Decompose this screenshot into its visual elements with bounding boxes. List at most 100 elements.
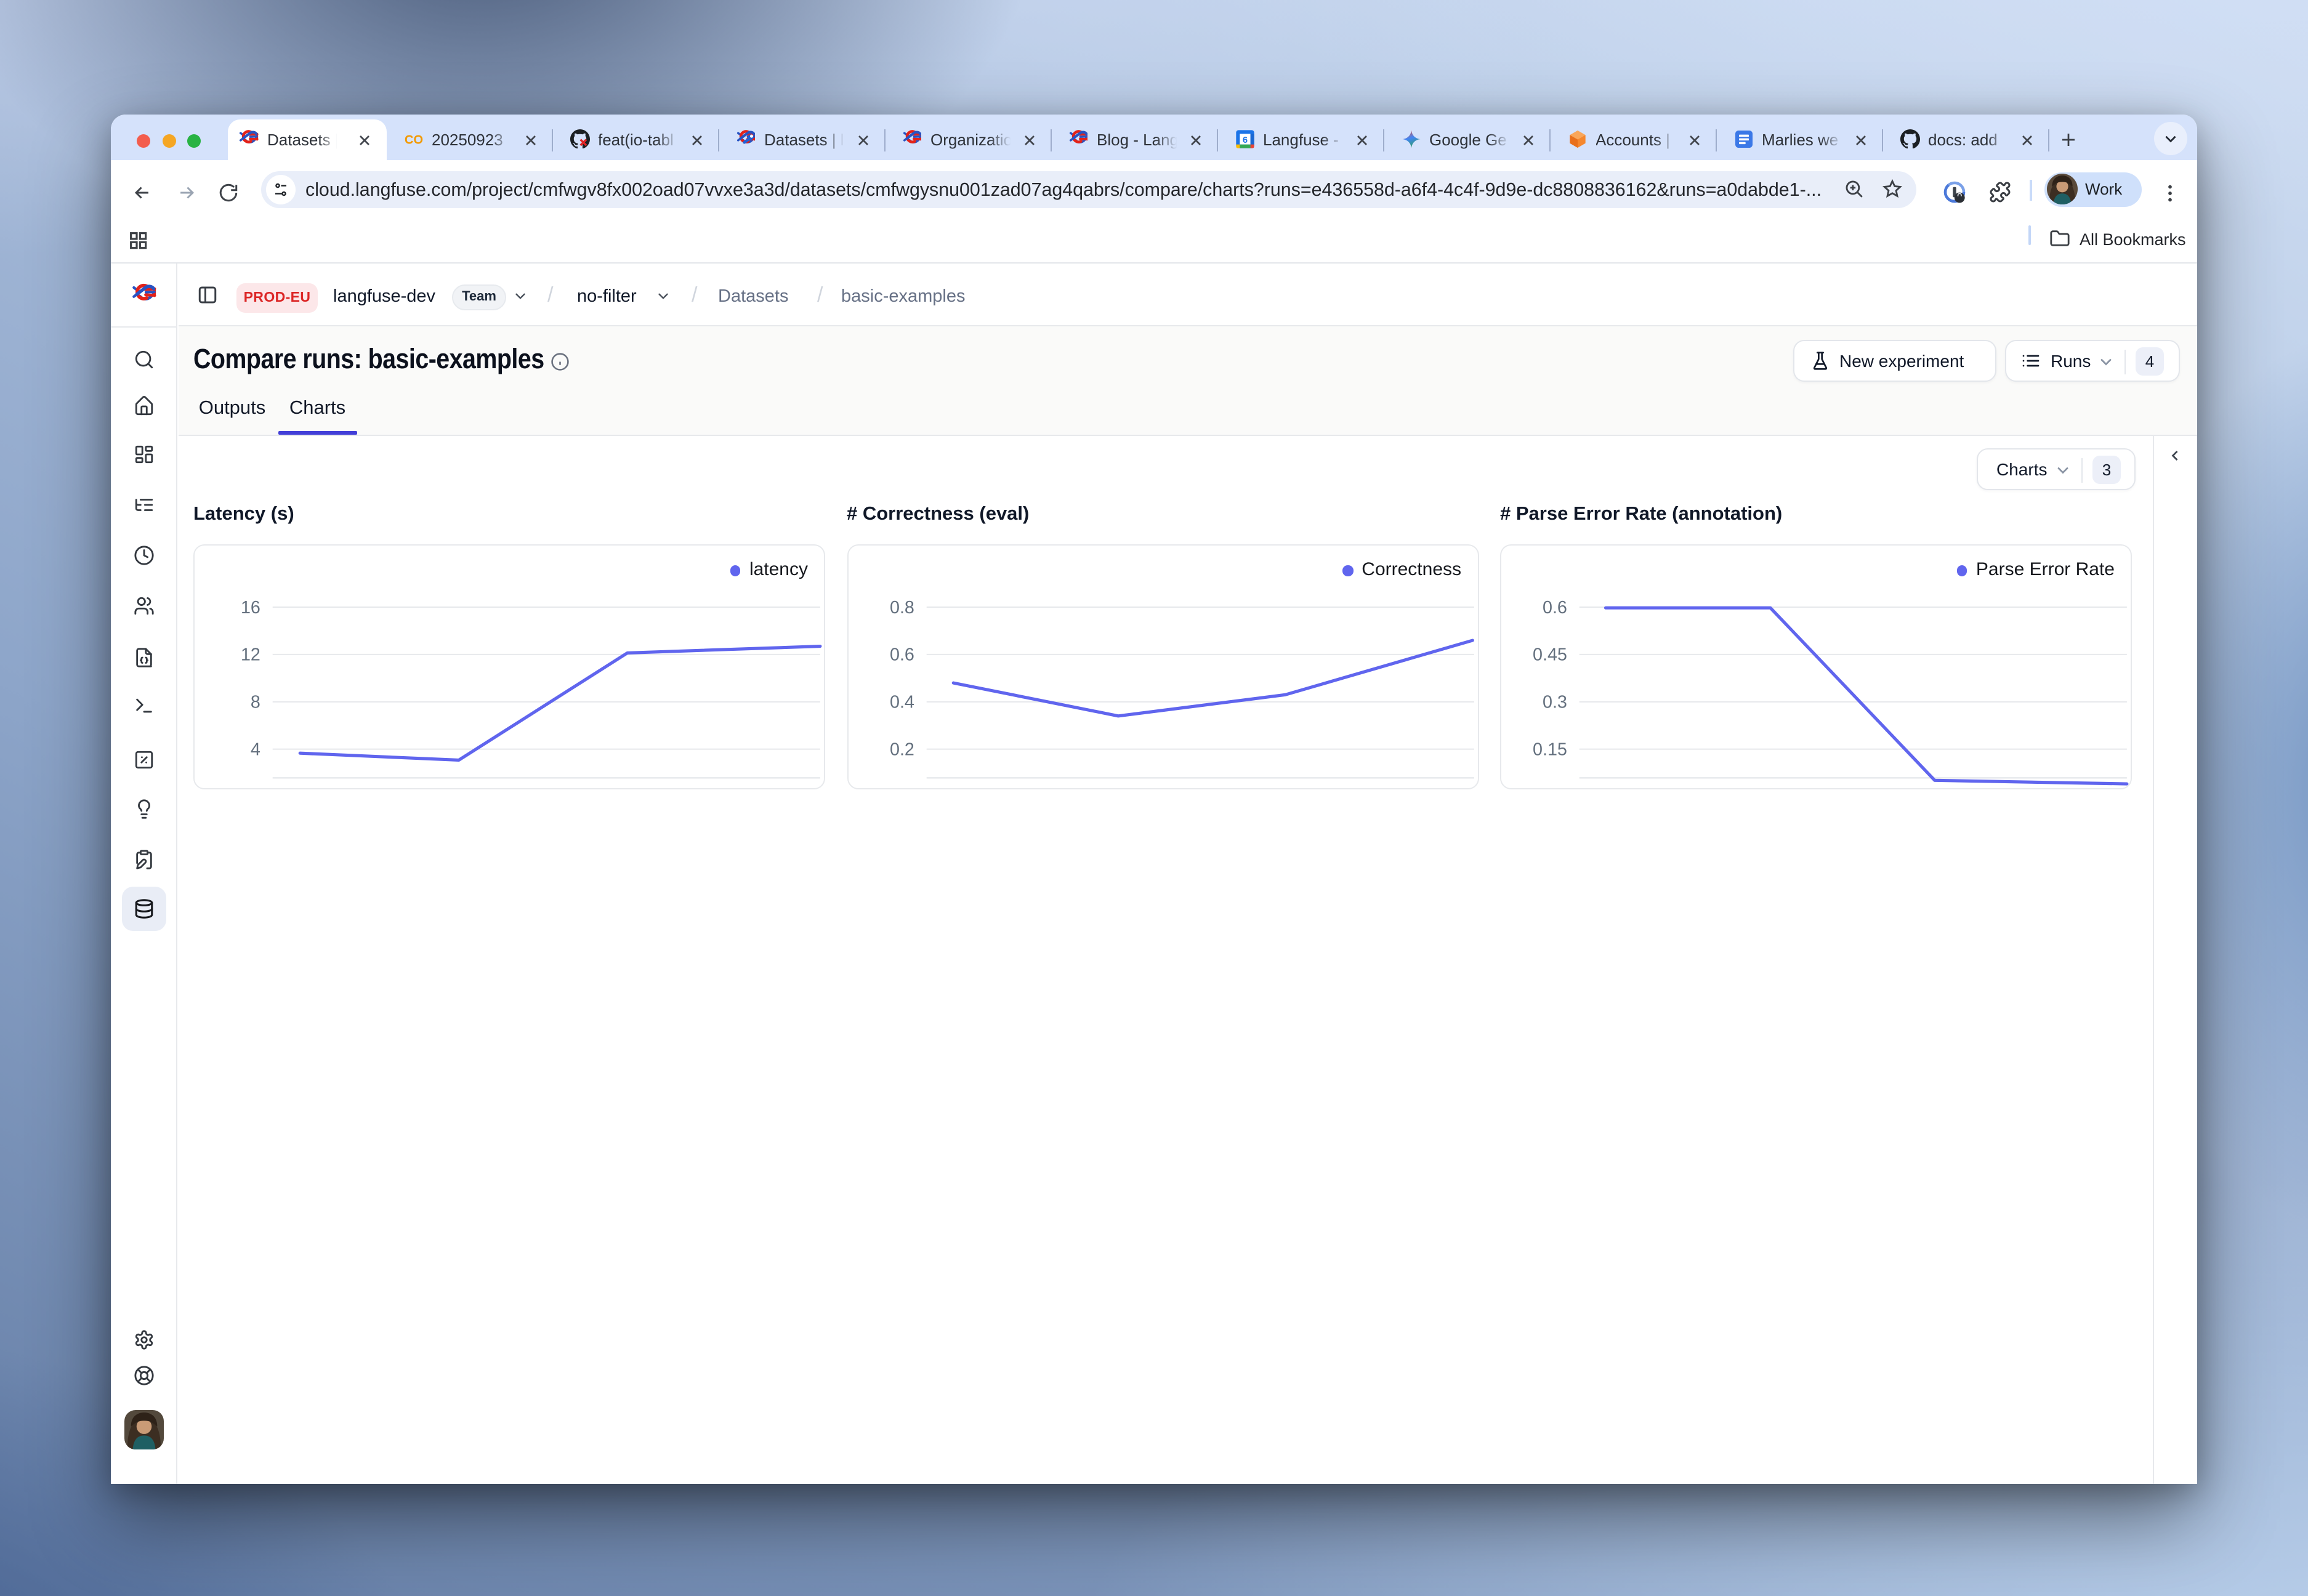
password-manager-icon[interactable] (1943, 181, 1966, 203)
chart-title: Latency (s) (193, 504, 294, 526)
browser-tab[interactable]: Datasets | l (719, 119, 885, 160)
close-window-button (137, 134, 150, 147)
sidebar-item-home[interactable] (144, 406, 165, 427)
breadcrumb-slash: / (547, 283, 553, 308)
breadcrumb-org[interactable]: langfuse-dev (333, 287, 435, 307)
extensions-puzzle-icon[interactable] (1989, 181, 2011, 203)
tab-close-icon[interactable] (1685, 131, 1703, 148)
tab-title: Blog - Lang (1097, 130, 1178, 151)
sidebar-item-tracing[interactable] (144, 505, 165, 526)
back-button[interactable] (131, 182, 152, 203)
new-experiment-button[interactable]: New experiment (1793, 339, 1996, 381)
sidebar-item-settings[interactable] (144, 1340, 165, 1361)
browser-tab[interactable]: Datasets | L (227, 119, 386, 160)
kebab-menu-icon[interactable] (2159, 182, 2181, 204)
site-settings-icon[interactable] (265, 174, 295, 204)
folder-icon (2049, 228, 2070, 249)
line-chart: 0.60.450.30.15 (1501, 546, 2131, 788)
sidebar-item-annotation[interactable] (144, 859, 165, 880)
tab-close-icon[interactable] (1020, 131, 1038, 148)
tab-search-button[interactable] (2154, 122, 2187, 155)
docs-icon (1733, 129, 1753, 149)
breadcrumb-section[interactable]: Datasets (718, 287, 788, 307)
sidebar-toggle-icon[interactable] (196, 284, 217, 305)
tab-title: Marlies we (1762, 130, 1843, 151)
chevron-down-icon[interactable] (655, 288, 671, 310)
url-text: cloud.langfuse.com/project/cmfwgv8fx002o… (305, 179, 1822, 200)
window-controls[interactable] (137, 134, 201, 147)
tab-close-icon[interactable] (355, 131, 373, 148)
sidebar-item-support[interactable] (144, 1376, 165, 1396)
sidebar-item-dashboards[interactable] (144, 454, 165, 475)
profile-chip[interactable]: Work (2044, 172, 2142, 206)
breadcrumb-item[interactable]: basic-examples (841, 287, 966, 307)
tab-close-icon[interactable] (1353, 131, 1370, 148)
cube-icon (1567, 129, 1587, 149)
colab-icon: CO (403, 129, 423, 149)
profile-avatar (2046, 174, 2077, 205)
reload-button[interactable] (217, 182, 238, 203)
browser-tab[interactable]: feat(io-tabl (552, 119, 719, 160)
tab-title: Datasets | L (267, 130, 339, 151)
app-sidebar (111, 263, 177, 1484)
sidebar-item-insights[interactable] (144, 809, 165, 830)
chart-legend: Correctness (1342, 559, 1461, 580)
sidebar-item-playground[interactable] (144, 706, 165, 727)
tab-close-icon[interactable] (2018, 131, 2035, 148)
collapse-panel-chevron[interactable] (2166, 447, 2183, 464)
breadcrumb: PROD-EUlangfuse-devTeam/no-filter/Datase… (178, 263, 2197, 326)
all-bookmarks-label[interactable]: All Bookmarks (2080, 230, 2186, 248)
svg-text:0.15: 0.15 (1533, 740, 1567, 760)
bookmark-star-icon[interactable] (1881, 179, 1902, 200)
runs-button[interactable]: Runs4 (2005, 339, 2179, 381)
chart-legend: latency (730, 559, 808, 580)
gemini-icon (1401, 129, 1421, 149)
tab-groups-icon[interactable] (128, 230, 148, 249)
tab-separator (1383, 129, 1384, 151)
info-icon[interactable] (551, 352, 570, 371)
gcal-icon: 6 (1235, 129, 1254, 149)
browser-window: Datasets | LCO20250923feat(io-tablDatase… (111, 115, 2197, 1484)
sidebar-item-evaluation[interactable] (144, 759, 165, 780)
browser-tab[interactable]: Google Ge (1384, 119, 1550, 160)
tab-close-icon[interactable] (1187, 131, 1204, 148)
breadcrumb-project[interactable]: no-filter (577, 287, 637, 307)
browser-tab[interactable]: Organizatio (885, 119, 1051, 160)
sidebar-item-prompts[interactable] (144, 658, 165, 679)
browser-tab-strip: Datasets | L CO20250923feat(io-tablDatase… (111, 115, 2197, 160)
tab-close-icon[interactable] (522, 131, 539, 148)
sidebar-item-datasets[interactable] (144, 909, 165, 930)
browser-tab[interactable]: 6Langfuse - (1217, 119, 1384, 160)
tab-close-icon[interactable] (688, 131, 705, 148)
langfuse-logo[interactable] (144, 293, 169, 314)
charts-selector-button[interactable]: Charts3 (1977, 448, 2135, 490)
forward-button[interactable] (176, 182, 196, 203)
browser-tab[interactable]: Accounts | (1550, 119, 1716, 160)
url-bar[interactable]: cloud.langfuse.com/project/cmfwgv8fx002o… (260, 171, 1916, 208)
zoom-icon[interactable] (1843, 179, 1864, 200)
browser-tab[interactable]: Blog - Lang (1051, 119, 1217, 160)
tab-close-icon[interactable] (854, 131, 871, 148)
sidebar-item-users[interactable] (144, 606, 165, 627)
chart-legend: Parse Error Rate (1957, 559, 2115, 580)
svg-text:0.3: 0.3 (1543, 693, 1567, 712)
svg-text:8: 8 (251, 693, 260, 712)
tab-outputs[interactable]: Outputs (186, 398, 278, 420)
sidebar-item-sessions[interactable] (144, 555, 165, 576)
browser-tab[interactable]: Marlies we (1716, 119, 1882, 160)
sidebar-user-avatar[interactable] (124, 1410, 163, 1449)
list-icon (2021, 351, 2041, 377)
browser-tab[interactable]: CO20250923 (386, 119, 552, 160)
chevron-down-icon[interactable] (512, 288, 528, 310)
chart-card: 0.60.450.30.15Parse Error Rate (1500, 544, 2132, 789)
charts-count-badge: 3 (2092, 456, 2121, 484)
new-tab-button[interactable] (2059, 131, 2078, 149)
tab-close-icon[interactable] (1519, 131, 1536, 148)
langfuse-icon (239, 129, 259, 149)
tab-separator (1716, 129, 1717, 151)
sidebar-item-search[interactable] (144, 360, 165, 381)
tab-close-icon[interactable] (1852, 131, 1869, 148)
line-chart: 161284 (195, 546, 824, 788)
browser-tab[interactable]: docs: add (1882, 119, 2049, 160)
tab-charts[interactable]: Charts (278, 398, 357, 420)
